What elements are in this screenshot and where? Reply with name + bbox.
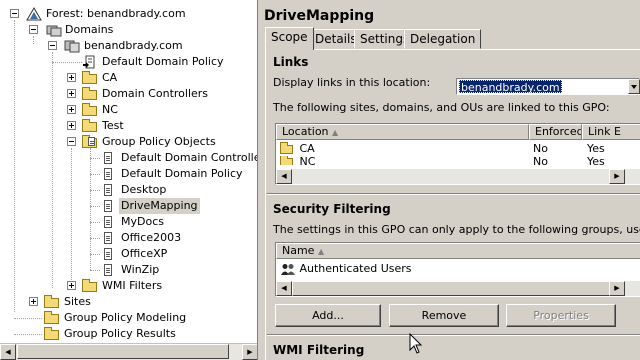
location-combobox[interactable]: benandbrady.com [456, 78, 640, 95]
ou-folder-icon [280, 156, 296, 165]
collapse-toggle[interactable] [29, 25, 38, 34]
ou-folder-icon [82, 71, 98, 85]
gpo-icon [100, 151, 116, 165]
sort-arrow-icon: ▲ [332, 128, 339, 137]
users-group-icon [281, 263, 295, 275]
cell-enforced: No [533, 156, 548, 165]
ou-folder-icon [82, 103, 98, 117]
gpo-icon [100, 263, 116, 277]
list-item[interactable]: Authenticated Users [280, 261, 412, 276]
table-row[interactable]: NC [280, 156, 315, 165]
tab-delegation[interactable]: Delegation [404, 29, 482, 49]
section-divider [267, 193, 640, 195]
column-header-link-enabled[interactable]: Link E [582, 124, 640, 140]
gpo-icon [100, 231, 116, 245]
collapse-toggle[interactable] [67, 137, 76, 146]
links-table[interactable]: Location ▲ Enforced Link E CA No Yes NC … [275, 123, 640, 185]
security-horizontal-scrollbar[interactable]: ◀ ▶ [276, 281, 640, 296]
links-description: The following sites, domains, and OUs ar… [273, 101, 610, 114]
dropdown-arrow-icon[interactable] [628, 79, 640, 94]
expand-toggle[interactable] [67, 281, 76, 290]
sort-arrow-icon: ▲ [317, 247, 325, 256]
expand-toggle[interactable] [29, 297, 38, 306]
display-links-label: Display links in this location: [273, 76, 431, 89]
gpo-icon [100, 199, 116, 213]
links-horizontal-scrollbar[interactable]: ◀ ▶ [276, 169, 640, 184]
scrollbar-thumb[interactable] [292, 281, 610, 296]
domains-icon [46, 25, 62, 37]
tree-horizontal-scrollbar[interactable]: ◀ ▶ [0, 343, 257, 360]
expand-toggle[interactable] [67, 89, 76, 98]
console-tree[interactable]: Forest: benandbrady.com Domains benandbr… [0, 0, 258, 360]
forest-icon [26, 7, 42, 21]
collapse-toggle[interactable] [48, 41, 57, 50]
ou-folder-icon [280, 142, 296, 155]
gpo-title: DriveMapping [264, 8, 375, 24]
scroll-right-icon[interactable]: ▶ [242, 344, 257, 360]
scroll-left-icon[interactable]: ◀ [0, 344, 16, 360]
gpo-icon [100, 167, 116, 181]
scroll-right-icon[interactable]: ▶ [609, 281, 625, 296]
sites-folder-icon [44, 295, 60, 309]
wmi-folder-icon [82, 279, 98, 293]
location-value: benandbrady.com [459, 80, 562, 94]
domain-icon [64, 40, 80, 53]
wmi-filtering-heading: WMI Filtering [273, 343, 365, 357]
cell-link-enabled: Yes [587, 142, 605, 155]
properties-button[interactable]: Properties [506, 304, 616, 327]
gpo-link-icon [83, 55, 95, 69]
gpo-icon [100, 183, 116, 197]
remove-button[interactable]: Remove [389, 304, 499, 327]
scrollbar-thumb[interactable] [17, 344, 229, 359]
security-description: The settings in this GPO can only apply … [273, 223, 640, 236]
scroll-right-icon[interactable]: ▶ [609, 169, 625, 184]
gpo-icon [100, 247, 116, 261]
security-filter-list[interactable]: Name ▲ Authenticated Users ◀ ▶ [275, 242, 640, 297]
column-header-name[interactable]: Name ▲ [276, 243, 640, 259]
section-divider [267, 334, 640, 336]
table-row[interactable]: CA [280, 141, 315, 156]
modeling-folder-icon [44, 311, 60, 325]
column-header-location[interactable]: Location ▲ [276, 124, 529, 140]
gpo-icon [100, 215, 116, 229]
gpo-detail-pane: DriveMapping Scope Details Settings Dele… [259, 0, 640, 360]
expand-toggle[interactable] [67, 105, 76, 114]
scroll-left-icon[interactable]: ◀ [276, 169, 292, 184]
cell-link-enabled: Yes [587, 156, 605, 165]
links-heading: Links [273, 55, 309, 69]
cell-enforced: No [533, 142, 548, 155]
collapse-toggle[interactable] [10, 9, 19, 18]
scroll-left-icon[interactable]: ◀ [276, 281, 292, 296]
security-filtering-heading: Security Filtering [273, 202, 391, 216]
results-folder-icon [44, 327, 60, 341]
expand-toggle[interactable] [67, 121, 76, 130]
ou-folder-icon [82, 87, 98, 101]
gpo-folder-icon [82, 135, 98, 149]
tab-scope[interactable]: Scope [265, 27, 314, 50]
ou-folder-icon [82, 119, 98, 133]
mouse-pointer-icon [409, 333, 423, 354]
expand-toggle[interactable] [67, 73, 76, 82]
column-header-enforced[interactable]: Enforced [529, 124, 582, 140]
add-button[interactable]: Add... [275, 304, 381, 327]
